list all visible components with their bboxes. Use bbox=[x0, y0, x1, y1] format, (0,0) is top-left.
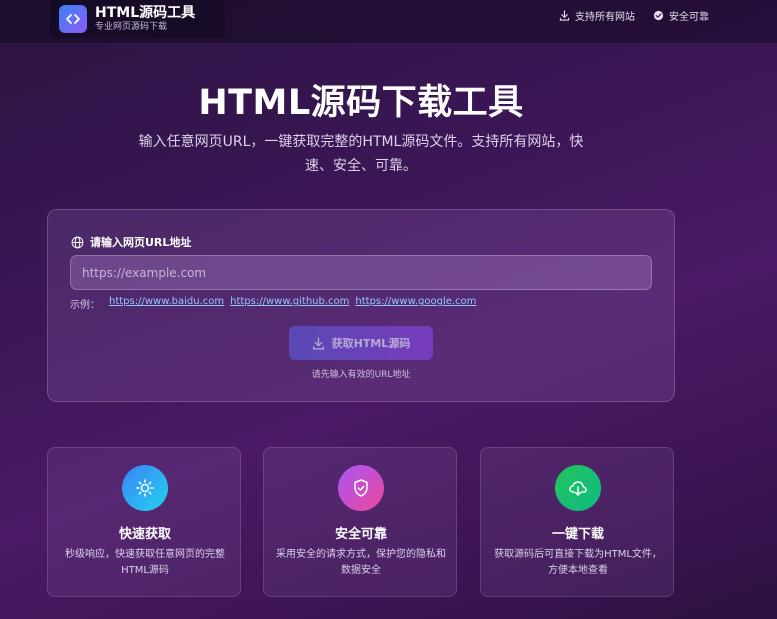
example-link-baidu[interactable]: https://www.baidu.com bbox=[109, 296, 224, 311]
fetch-html-button[interactable]: 获取HTML源码 bbox=[289, 326, 433, 360]
sun-icon bbox=[122, 465, 168, 511]
page-title: HTML源码下载工具 bbox=[198, 83, 524, 123]
nav-label: 安全可靠 bbox=[669, 12, 709, 23]
feature-card-download: 一键下载 获取源码后可直接下载为HTML文件，方便本地查看 bbox=[480, 447, 674, 597]
feature-title: 一键下载 bbox=[551, 527, 604, 542]
brand-subtitle: 专业网页源码下载 bbox=[95, 21, 168, 32]
top-nav: 支持所有网站 安全可靠 bbox=[559, 8, 709, 23]
feature-desc: 秒级响应，快速获取任意网页的完整HTML源码 bbox=[65, 549, 225, 576]
url-input[interactable] bbox=[70, 255, 652, 290]
page-description: 输入任意网页URL，一键获取完整的HTML源码文件。支持所有网站，快速、安全、可… bbox=[138, 134, 584, 174]
example-link-google[interactable]: https://www.google.com bbox=[355, 296, 476, 311]
fetch-button-label: 获取HTML源码 bbox=[331, 337, 411, 350]
nav-item-all-sites: 支持所有网站 bbox=[559, 8, 635, 23]
feature-card-fast: 快速获取 秒级响应，快速获取任意网页的完整HTML源码 bbox=[47, 447, 241, 597]
example-link-github[interactable]: https://www.github.com bbox=[230, 296, 349, 311]
input-hint: 请先输入有效的URL地址 bbox=[311, 370, 411, 380]
url-label-text: 请输入网页URL地址 bbox=[90, 236, 192, 249]
nav-item-secure: 安全可靠 bbox=[653, 8, 709, 23]
feature-title: 快速获取 bbox=[118, 527, 171, 542]
feature-card-secure: 安全可靠 采用安全的请求方式，保护您的隐私和数据安全 bbox=[263, 447, 457, 597]
download-icon bbox=[312, 336, 324, 350]
shield-check-icon bbox=[338, 465, 384, 511]
examples-label: 示例： bbox=[70, 300, 100, 311]
brand[interactable]: HTML源码工具 专业网页源码下载 bbox=[50, 0, 225, 38]
top-bar: HTML源码工具 专业网页源码下载 支持所有网站 安全可靠 bbox=[0, 0, 777, 44]
code-icon bbox=[59, 5, 87, 33]
brand-title: HTML源码工具 bbox=[95, 4, 196, 21]
examples: 示例： https://www.baidu.com https://www.gi… bbox=[70, 296, 482, 311]
download-icon bbox=[559, 10, 570, 21]
feature-desc: 获取源码后可直接下载为HTML文件，方便本地查看 bbox=[494, 549, 662, 576]
feature-title: 安全可靠 bbox=[334, 527, 387, 542]
nav-label: 支持所有网站 bbox=[575, 12, 635, 23]
url-form-card: 请输入网页URL地址 示例： https://www.baidu.com htt… bbox=[47, 209, 675, 402]
check-circle-icon bbox=[653, 10, 664, 21]
feature-desc: 采用安全的请求方式，保护您的隐私和数据安全 bbox=[276, 549, 446, 576]
globe-icon bbox=[71, 236, 84, 248]
url-label: 请输入网页URL地址 bbox=[71, 234, 191, 250]
cloud-download-icon bbox=[555, 465, 601, 511]
